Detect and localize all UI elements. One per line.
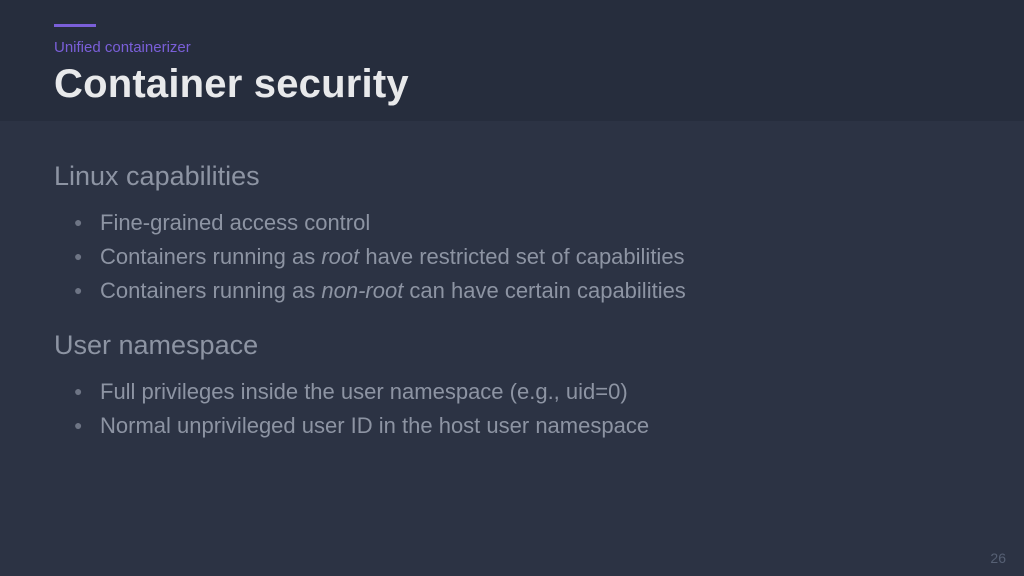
bullet-em: non-root <box>321 278 403 303</box>
bullet-list: Fine-grained access control Containers r… <box>54 206 970 308</box>
section-heading: User namespace <box>54 330 970 361</box>
bullet-text: Containers running as <box>100 278 321 303</box>
bullet-em: root <box>321 244 359 269</box>
bullet-text: Normal unprivileged user ID in the host … <box>100 413 649 438</box>
slide-header: Unified containerizer Container security <box>0 0 1024 121</box>
bullet-text: Containers running as <box>100 244 321 269</box>
bullet-text: can have certain capabilities <box>403 278 686 303</box>
page-number: 26 <box>990 550 1006 566</box>
list-item: Fine-grained access control <box>100 206 970 240</box>
accent-bar <box>54 24 96 27</box>
bullet-text: Full privileges inside the user namespac… <box>100 379 628 404</box>
slide-body: Linux capabilities Fine-grained access c… <box>0 121 1024 443</box>
list-item: Full privileges inside the user namespac… <box>100 375 970 409</box>
list-item: Containers running as root have restrict… <box>100 240 970 274</box>
section-heading: Linux capabilities <box>54 161 970 192</box>
bullet-text: have restricted set of capabilities <box>359 244 684 269</box>
list-item: Containers running as non-root can have … <box>100 274 970 308</box>
slide-category: Unified containerizer <box>54 39 970 56</box>
slide-title: Container security <box>54 62 970 107</box>
bullet-text: Fine-grained access control <box>100 210 370 235</box>
list-item: Normal unprivileged user ID in the host … <box>100 409 970 443</box>
bullet-list: Full privileges inside the user namespac… <box>54 375 970 443</box>
